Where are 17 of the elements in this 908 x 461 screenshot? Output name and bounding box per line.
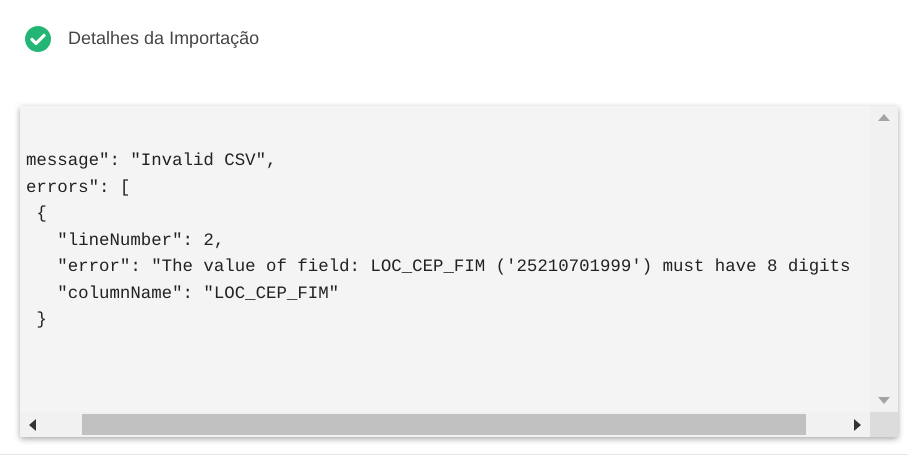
scroll-right-icon[interactable]	[854, 418, 861, 430]
code-line: }	[35, 310, 48, 332]
code-line: errors": [	[25, 178, 132, 200]
code-line: "lineNumber": 2,	[56, 230, 226, 252]
vertical-scrollbar[interactable]	[870, 106, 898, 412]
section-title: Detalhes da Importação	[68, 27, 260, 50]
code-line: "columnName": "LOC_CEP_FIM"	[56, 284, 340, 306]
check-circle-icon	[25, 26, 51, 52]
code-line: "error": "The value of field: LOC_CEP_FIM ('25210701999') must have 8 digits	[56, 257, 852, 279]
code-line: message": "Invalid CSV",	[25, 151, 278, 173]
scrollbar-corner	[870, 412, 898, 437]
code-line: {	[35, 204, 48, 226]
scroll-down-icon[interactable]	[878, 397, 890, 404]
scrollbar-thumb[interactable]	[82, 414, 806, 435]
horizontal-scrollbar[interactable]	[20, 412, 870, 437]
scroll-left-icon[interactable]	[29, 418, 36, 430]
scroll-up-icon[interactable]	[878, 114, 890, 121]
